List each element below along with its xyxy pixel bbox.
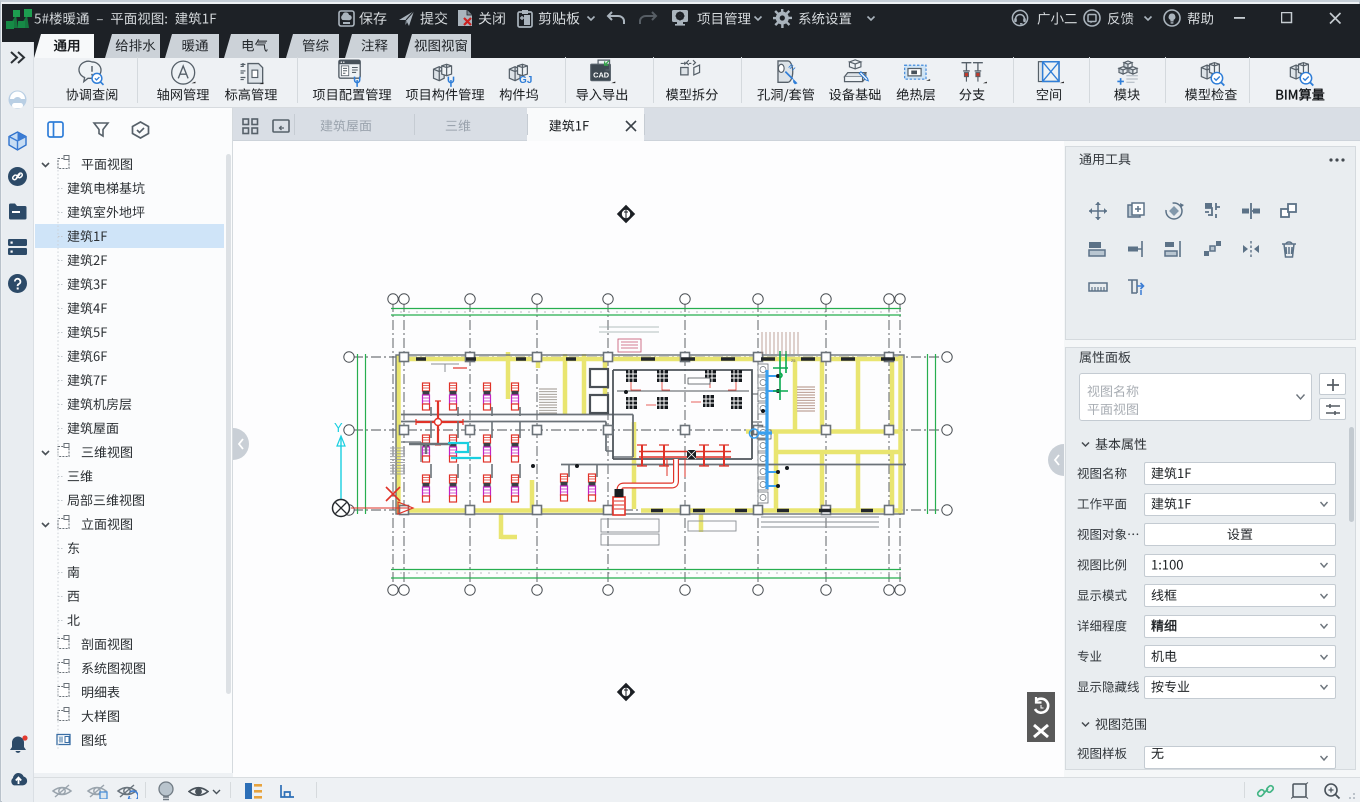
svg-text:25: 25	[791, 358, 796, 363]
svg-text:Y: Y	[334, 420, 343, 435]
svg-text:CAD: CAD	[593, 70, 610, 79]
svg-text:GJ: GJ	[519, 75, 532, 86]
